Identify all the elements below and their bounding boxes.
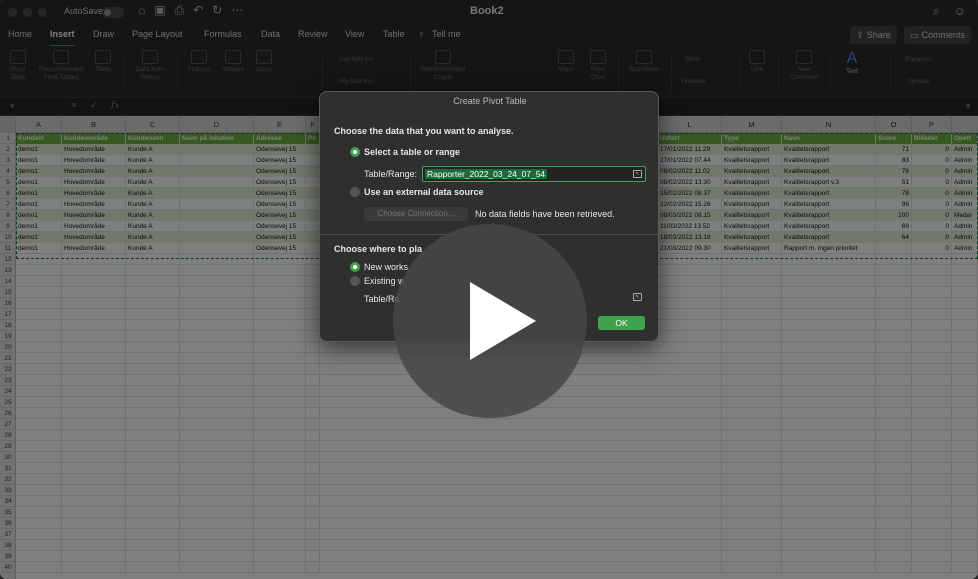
screen: AutoSave ⌂ ▣ ⎙ ↶ ↻ ⋯ Book2 ⌕ ☺ Home Inse…: [0, 0, 978, 579]
table-range-label: Table/Range:: [364, 169, 418, 179]
table-range-input[interactable]: Rapporter_2022_03_24_07_54 ↖: [422, 166, 646, 182]
choose-where-heading: Choose where to pla: [334, 244, 423, 254]
dialog-title: Create Pivot Table: [453, 96, 527, 106]
new-worksheet-radio[interactable]: [350, 262, 360, 272]
existing-worksheet-label: Existing w: [364, 276, 405, 286]
no-fields-text: No data fields have been retrieved.: [475, 209, 615, 219]
external-source-label: Use an external data source: [364, 187, 484, 197]
select-table-label: Select a table or range: [364, 147, 461, 157]
table-range-value: Rapporter_2022_03_24_07_54: [425, 169, 548, 179]
range-picker-icon[interactable]: ↖: [633, 170, 642, 178]
new-worksheet-label: New works: [364, 262, 409, 272]
video-play-button[interactable]: [393, 224, 587, 418]
external-source-radio[interactable]: [350, 187, 360, 197]
choose-data-heading: Choose the data that you want to analyse…: [334, 126, 514, 136]
ok-button[interactable]: OK: [598, 316, 645, 330]
play-icon: [470, 282, 536, 360]
select-table-radio[interactable]: [350, 147, 360, 157]
location-picker-icon[interactable]: ↖: [633, 293, 642, 301]
existing-worksheet-radio[interactable]: [350, 276, 360, 286]
choose-connection-button[interactable]: Choose Connection...: [364, 207, 468, 221]
